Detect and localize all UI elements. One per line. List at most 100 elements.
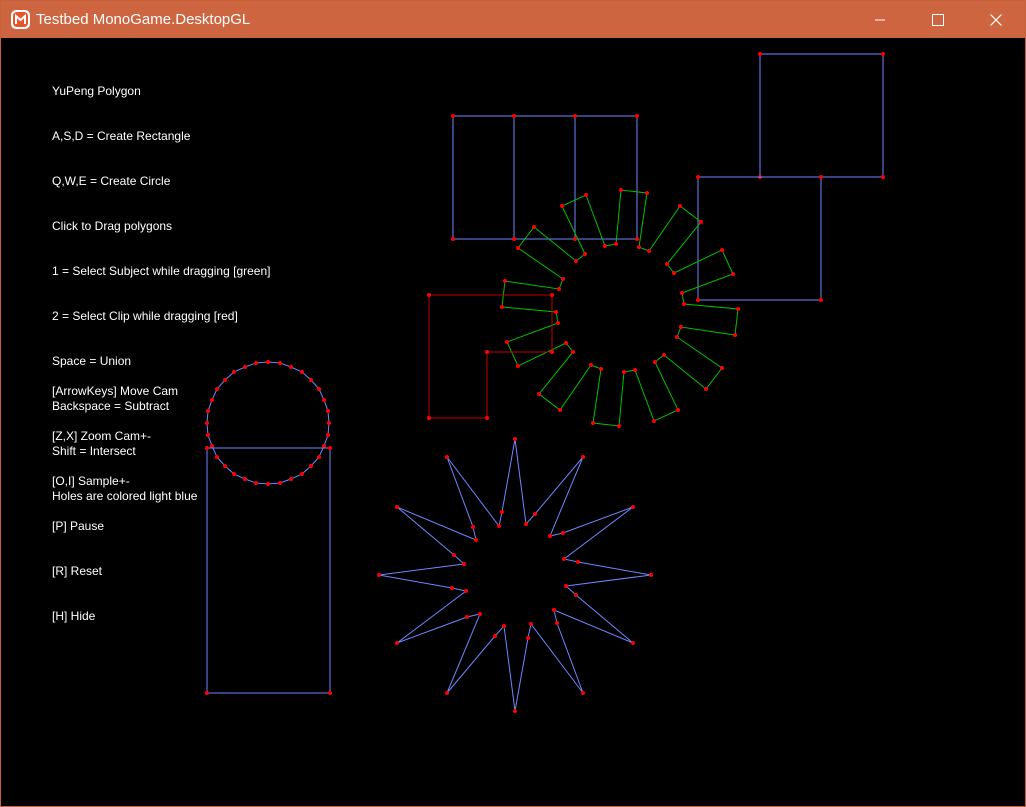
polygon-vertex	[452, 553, 456, 557]
polygon-vertex	[300, 370, 304, 374]
polygon-vertex	[617, 424, 621, 428]
hud-control-sample: [O,I] Sample+-	[52, 474, 130, 488]
polygon-vertex	[614, 242, 618, 246]
rectangle-polygon[interactable]	[452, 115, 638, 240]
minimize-button[interactable]	[851, 1, 909, 38]
polygon-vertex	[550, 350, 554, 354]
polygon-vertex	[678, 204, 682, 208]
polygon-vertex	[462, 562, 466, 566]
polygon-vertex	[497, 524, 501, 528]
polygon-vertex	[524, 522, 528, 526]
polygon-vertex	[548, 534, 552, 538]
polygon-vertex	[679, 325, 683, 329]
polygon-vertex	[583, 252, 587, 256]
polygon-vertex	[584, 193, 588, 197]
close-button[interactable]	[967, 1, 1025, 38]
polygon-vertex	[571, 350, 575, 354]
polygon-vertex	[574, 593, 578, 597]
polygon-vertex	[278, 361, 282, 365]
polygon-vertex	[560, 204, 564, 208]
polygon-vertex	[574, 259, 578, 263]
polygon-vertex	[300, 472, 304, 476]
app-window: Testbed MonoGame.DesktopGL YuPeng Polygo…	[0, 0, 1026, 807]
polygon-vertex	[451, 114, 455, 118]
polygon-vertex	[736, 307, 740, 311]
polygon-vertex	[326, 433, 330, 437]
polygon-vertex	[731, 272, 735, 276]
polygon-vertex	[513, 437, 517, 441]
gear-polygon[interactable]	[501, 189, 739, 427]
polygon-vertex	[328, 446, 332, 450]
controls-panel: [ArrowKeys] Move Cam [Z,X] Zoom Cam+- [O…	[52, 354, 178, 654]
polygon-vertex	[653, 360, 657, 364]
maximize-button[interactable]	[909, 1, 967, 38]
polygon-vertex	[427, 416, 431, 420]
monogame-logo-icon	[11, 10, 30, 29]
polygon-vertex	[635, 237, 639, 241]
polygon-vertex	[445, 691, 449, 695]
polygon-vertex	[554, 310, 558, 314]
polygon-vertex	[561, 531, 565, 535]
title-bar[interactable]: Testbed MonoGame.DesktopGL	[1, 1, 1025, 38]
polygon-vertex	[503, 279, 507, 283]
hud-title: YuPeng Polygon	[52, 84, 141, 98]
polygon-vertex	[502, 624, 506, 628]
polygon-vertex	[485, 416, 489, 420]
polygon-vertex	[676, 408, 680, 412]
close-icon	[990, 13, 1002, 26]
polygon-vertex	[205, 691, 209, 695]
polygon-vertex	[474, 538, 478, 542]
polygon-vertex	[720, 366, 724, 370]
polygon-vertex	[635, 114, 639, 118]
polygon-vertex	[581, 691, 585, 695]
hud-line-clip: 2 = Select Clip while dragging [red]	[52, 309, 238, 323]
polygon-vertex	[377, 573, 381, 577]
hud-control-zoom: [Z,X] Zoom Cam+-	[52, 429, 152, 443]
polygon-vertex	[322, 444, 326, 448]
polygon-vertex	[758, 52, 762, 56]
polygon-vertex	[478, 612, 482, 616]
polygon-vertex	[665, 262, 669, 266]
polygon-vertex	[720, 248, 724, 252]
polygon-vertex	[561, 277, 565, 281]
polygon-vertex	[450, 586, 454, 590]
polygon-vertex	[619, 188, 623, 192]
polygon-vertex	[289, 365, 293, 369]
hud-line-circle: Q,W,E = Create Circle	[52, 174, 171, 188]
polygon-vertex	[500, 510, 504, 514]
polygon-vertex	[309, 464, 313, 468]
window-title: Testbed MonoGame.DesktopGL	[36, 11, 251, 28]
polygon-vertex	[395, 505, 399, 509]
polygon-vertex	[576, 560, 580, 564]
polygon-vertex	[512, 237, 516, 241]
hud-line-subject: 1 = Select Subject while dragging [green…	[52, 264, 271, 278]
polygon-vertex	[328, 691, 332, 695]
polygon-vertex	[556, 321, 560, 325]
polygon-vertex	[672, 271, 676, 275]
polygon-vertex	[881, 52, 885, 56]
polygon-vertex	[516, 364, 520, 368]
game-viewport[interactable]: YuPeng Polygon A,S,D = Create Rectangle …	[1, 38, 1025, 806]
polygon-vertex	[696, 298, 700, 302]
polygon-vertex	[649, 573, 653, 577]
polygon-vertex	[289, 477, 293, 481]
polygon-vertex	[675, 335, 679, 339]
polygon-vertex	[662, 353, 666, 357]
polygon-vertex	[652, 419, 656, 423]
square-polygon[interactable]	[759, 53, 884, 178]
hud-line-rectangle: A,S,D = Create Rectangle	[52, 129, 191, 143]
polygon-vertex	[537, 392, 541, 396]
polygon-vertex	[445, 455, 449, 459]
polygon-vertex	[513, 709, 517, 713]
star-polygon[interactable]	[378, 438, 652, 712]
l-shape-polygon[interactable]	[428, 294, 553, 419]
polygon-vertex	[532, 225, 536, 229]
polygon-vertex	[500, 305, 504, 309]
polygon-vertex	[637, 245, 641, 249]
polygon-vertex	[493, 634, 497, 638]
polygon-vertex	[699, 220, 703, 224]
polygon-vertex	[647, 249, 651, 253]
hud-line-drag: Click to Drag polygons	[52, 219, 173, 233]
polygon-vertex	[696, 175, 700, 179]
square-polygon[interactable]	[697, 176, 822, 301]
